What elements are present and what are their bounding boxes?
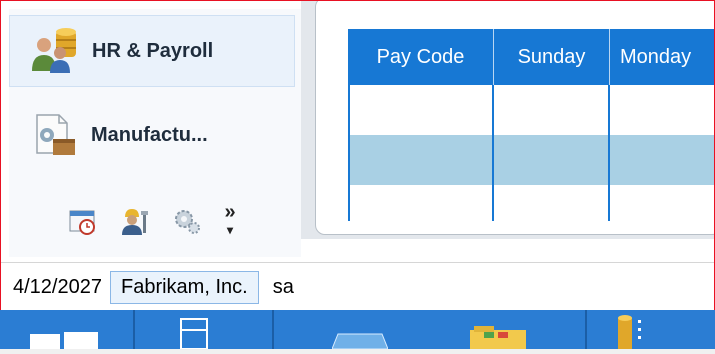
hr-payroll-icon <box>30 27 82 75</box>
more-glyph: » <box>224 201 236 223</box>
database-icon[interactable] <box>618 314 658 349</box>
nav-item-label: Manufactu... <box>91 123 208 146</box>
column-header-pay-code[interactable]: Pay Code <box>348 29 494 85</box>
grid-column-divider <box>492 85 494 221</box>
status-user[interactable]: sa <box>273 276 294 299</box>
windows-start-icon[interactable] <box>30 330 100 349</box>
grid-column-divider <box>348 85 350 221</box>
grid-column-divider <box>608 85 610 221</box>
nav-item-manufacturing[interactable]: Manufactu... <box>9 99 295 171</box>
more-options-icon[interactable]: » ▾ <box>223 201 237 238</box>
status-company[interactable]: Fabrikam, Inc. <box>109 270 259 304</box>
column-header-sunday[interactable]: Sunday <box>494 29 610 85</box>
nav-shortcut-row: » ▾ <box>67 199 237 243</box>
table-row[interactable] <box>348 135 714 185</box>
worker-tools-icon[interactable] <box>119 205 151 237</box>
mail-icon[interactable] <box>331 332 389 350</box>
taskbar-separator <box>272 310 274 349</box>
status-date[interactable]: 4/12/2027 <box>13 276 102 299</box>
taskbar-separator <box>133 310 135 349</box>
timesheet-grid: Pay Code Sunday Monday <box>348 29 714 221</box>
chevron-down-icon: ▾ <box>226 223 234 237</box>
calendar-clock-icon[interactable] <box>67 205 99 237</box>
column-header-monday[interactable]: Monday <box>610 29 714 85</box>
nav-item-hr-payroll[interactable]: HR & Payroll <box>9 15 295 87</box>
navigation-pane: HR & Payroll Manufactu... » ▾ <box>9 9 301 257</box>
grid-header: Pay Code Sunday Monday <box>348 29 714 85</box>
app-window-icon[interactable] <box>180 318 210 350</box>
status-bar: 4/12/2027 Fabrikam, Inc. sa <box>1 262 714 311</box>
gears-icon[interactable] <box>171 205 203 237</box>
taskbar <box>0 310 715 350</box>
app-window: HR & Payroll Manufactu... » ▾ Pay Code S… <box>0 0 715 349</box>
nav-item-label: HR & Payroll <box>92 39 214 62</box>
taskbar-separator <box>585 310 587 349</box>
folder-icon[interactable] <box>470 326 526 349</box>
table-row[interactable] <box>348 85 714 135</box>
manufacturing-icon <box>29 111 81 159</box>
table-row[interactable] <box>348 185 714 221</box>
